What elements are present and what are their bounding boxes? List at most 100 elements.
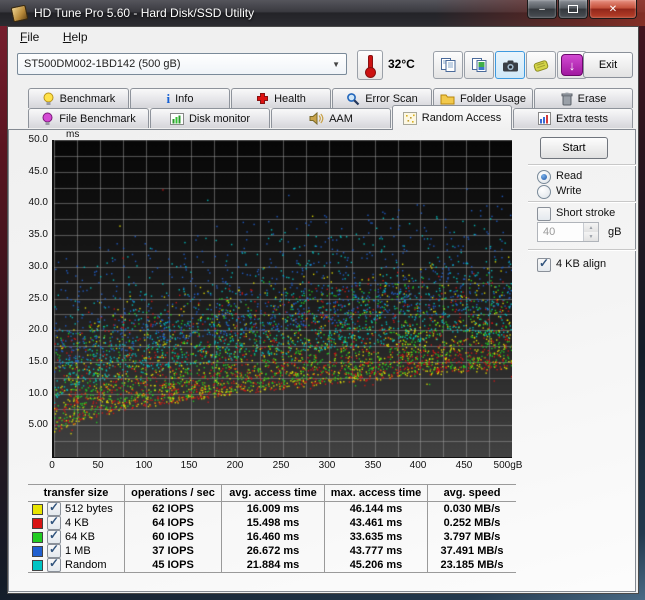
magnifier-icon: [346, 92, 360, 106]
speed-value: 23.185 MB/s: [428, 558, 517, 573]
trash-icon: [561, 92, 573, 106]
x-tick: 200: [213, 460, 257, 471]
tab-disk-monitor[interactable]: Disk monitor: [150, 108, 270, 128]
read-label: Read: [556, 170, 582, 182]
camera-icon: [502, 58, 519, 73]
max-value: 33.635 ms: [325, 530, 428, 544]
tab-extra-tests[interactable]: Extra tests: [513, 108, 633, 128]
avg-value: 26.672 ms: [222, 544, 325, 558]
max-value: 46.144 ms: [325, 502, 428, 517]
series-swatch: [32, 560, 43, 571]
x-tick: 400: [396, 460, 440, 471]
copy-text-icon: [440, 57, 457, 73]
y-tick: 15.0: [16, 356, 48, 367]
col-max-access: max. access time: [325, 485, 428, 502]
x-tick: 450: [442, 460, 486, 471]
ops-value: 64 IOPS: [125, 516, 222, 530]
tab-benchmark[interactable]: Benchmark: [28, 88, 129, 108]
speaker-icon: [309, 112, 324, 125]
y-tick: 50.0: [16, 134, 48, 145]
app-window: HD Tune Pro 5.60 - Hard Disk/SSD Utility…: [0, 0, 645, 600]
exit-button[interactable]: Exit: [583, 52, 633, 78]
avg-value: 15.498 ms: [222, 516, 325, 530]
export-button[interactable]: [526, 51, 556, 79]
speed-value: 3.797 MB/s: [428, 530, 517, 544]
x-tick: 300: [305, 460, 349, 471]
download-arrow-icon: ↓: [561, 54, 583, 76]
x-tick: 500gB: [486, 460, 530, 471]
col-operations: operations / sec: [125, 485, 222, 502]
tab-random-access[interactable]: Random Access: [392, 105, 512, 130]
start-button[interactable]: Start: [540, 137, 608, 159]
series-label: Random: [65, 559, 107, 571]
info-icon: i: [167, 91, 171, 107]
series-label: 4 KB: [65, 517, 89, 529]
x-tick: 150: [167, 460, 211, 471]
series-checkbox[interactable]: [47, 558, 61, 572]
y-tick: 40.0: [16, 197, 48, 208]
tab-erase[interactable]: Erase: [534, 88, 633, 108]
health-cross-icon: [256, 92, 269, 105]
read-radio[interactable]: [537, 170, 551, 184]
access-time-scatter-plot: [52, 140, 512, 458]
spinner-up-icon[interactable]: ▲: [584, 223, 598, 232]
col-avg-speed: avg. speed: [428, 485, 517, 502]
copy-image-button[interactable]: [464, 51, 494, 79]
short-stroke-checkbox[interactable]: [537, 207, 551, 221]
max-value: 45.206 ms: [325, 558, 428, 573]
x-tick: 100: [122, 460, 166, 471]
folder-icon: [440, 93, 455, 105]
tab-info[interactable]: i Info: [130, 88, 230, 108]
short-stroke-size-spinner[interactable]: 40 ▲ ▼: [537, 222, 599, 242]
series-label: 1 MB: [65, 545, 91, 557]
align-checkbox[interactable]: [537, 258, 551, 272]
temperature-button[interactable]: [357, 50, 383, 80]
y-axis-unit: ms: [66, 129, 79, 140]
speed-value: 37.491 MB/s: [428, 544, 517, 558]
minimize-button[interactable]: –: [527, 0, 557, 19]
chevron-down-icon: ▼: [332, 60, 340, 69]
menu-bar: File Help: [8, 27, 637, 48]
col-avg-access: avg. access time: [222, 485, 325, 502]
short-stroke-size-value: 40: [543, 226, 555, 238]
series-label: 512 bytes: [65, 503, 113, 515]
y-tick: 5.00: [16, 419, 48, 430]
menu-file[interactable]: File: [13, 27, 46, 47]
series-swatch: [32, 504, 43, 515]
extra-tests-icon: [538, 112, 551, 125]
max-value: 43.461 ms: [325, 516, 428, 530]
x-tick: 0: [30, 460, 74, 471]
y-tick: 25.0: [16, 293, 48, 304]
table-row: Random 45 IOPS 21.884 ms 45.206 ms 23.18…: [28, 558, 516, 573]
max-value: 43.777 ms: [325, 544, 428, 558]
separator: [528, 249, 636, 251]
disk-monitor-icon: [170, 113, 184, 125]
col-transfer-size: transfer size: [28, 485, 125, 502]
ops-value: 60 IOPS: [125, 530, 222, 544]
x-tick: 350: [351, 460, 395, 471]
series-label: 64 KB: [65, 531, 95, 543]
file-benchmark-icon: [41, 112, 54, 126]
copy-text-button[interactable]: [433, 51, 463, 79]
ops-value: 45 IOPS: [125, 558, 222, 573]
series-swatch: [32, 546, 43, 557]
y-tick: 45.0: [16, 166, 48, 177]
tab-aam[interactable]: AAM: [271, 108, 391, 128]
close-button[interactable]: ✕: [589, 0, 637, 19]
y-tick: 35.0: [16, 229, 48, 240]
screenshot-button[interactable]: [495, 51, 525, 79]
tab-file-benchmark[interactable]: File Benchmark: [28, 108, 149, 128]
maximize-button[interactable]: [558, 0, 588, 19]
menu-help[interactable]: Help: [56, 27, 95, 47]
ops-value: 62 IOPS: [125, 502, 222, 517]
window-title: HD Tune Pro 5.60 - Hard Disk/SSD Utility: [34, 6, 254, 20]
drive-select-value: ST500DM002-1BD142 (500 gB): [24, 58, 181, 70]
spinner-down-icon[interactable]: ▼: [584, 232, 598, 241]
tab-health[interactable]: Health: [231, 88, 331, 108]
drive-select-dropdown[interactable]: ST500DM002-1BD142 (500 gB) ▼: [17, 53, 347, 75]
export-icon: [532, 58, 550, 73]
app-icon: [11, 5, 29, 23]
random-access-icon: [403, 112, 417, 125]
write-radio[interactable]: [537, 185, 551, 199]
separator: [528, 201, 636, 203]
